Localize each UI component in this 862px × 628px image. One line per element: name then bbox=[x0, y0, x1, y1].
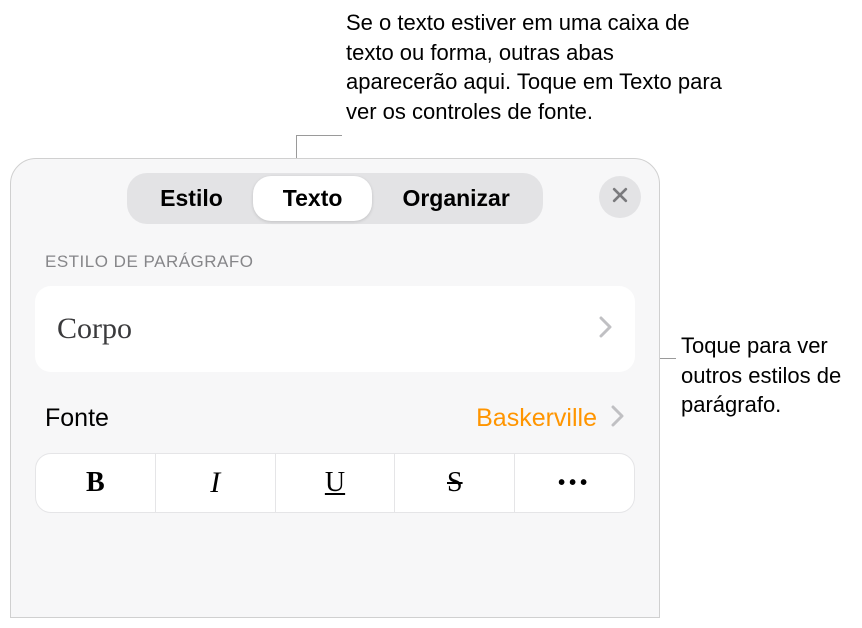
chevron-right-icon bbox=[611, 404, 625, 433]
paragraph-style-name: Corpo bbox=[57, 312, 132, 346]
tab-text[interactable]: Texto bbox=[253, 176, 373, 221]
more-options-button[interactable]: ••• bbox=[515, 454, 634, 512]
close-button[interactable] bbox=[599, 176, 641, 218]
more-icon: ••• bbox=[558, 472, 591, 495]
callout-top: Se o texto estiver em uma caixa de texto… bbox=[346, 8, 726, 127]
panel-header: Estilo Texto Organizar bbox=[11, 159, 659, 234]
format-toolbar: B I U S ••• bbox=[35, 453, 635, 513]
tab-arrange[interactable]: Organizar bbox=[372, 176, 539, 221]
bold-button[interactable]: B bbox=[36, 454, 156, 512]
paragraph-style-section-label: ESTILO DE PARÁGRAFO bbox=[11, 234, 659, 280]
format-panel: Estilo Texto Organizar ESTILO DE PARÁGRA… bbox=[10, 158, 660, 618]
paragraph-style-row[interactable]: Corpo bbox=[35, 286, 635, 372]
callout-right: Toque para ver outros estilos de parágra… bbox=[681, 331, 851, 420]
tab-style[interactable]: Estilo bbox=[130, 176, 253, 221]
tab-segmented-control: Estilo Texto Organizar bbox=[127, 173, 543, 224]
underline-button[interactable]: U bbox=[276, 454, 396, 512]
callout-leader-line bbox=[296, 135, 342, 136]
font-value-wrap: Baskerville bbox=[476, 404, 625, 433]
font-label: Fonte bbox=[45, 404, 109, 433]
italic-button[interactable]: I bbox=[156, 454, 276, 512]
strikethrough-button[interactable]: S bbox=[395, 454, 515, 512]
chevron-right-icon bbox=[599, 315, 613, 344]
font-row[interactable]: Fonte Baskerville bbox=[35, 404, 635, 447]
font-value: Baskerville bbox=[476, 404, 597, 433]
close-icon bbox=[610, 185, 630, 210]
